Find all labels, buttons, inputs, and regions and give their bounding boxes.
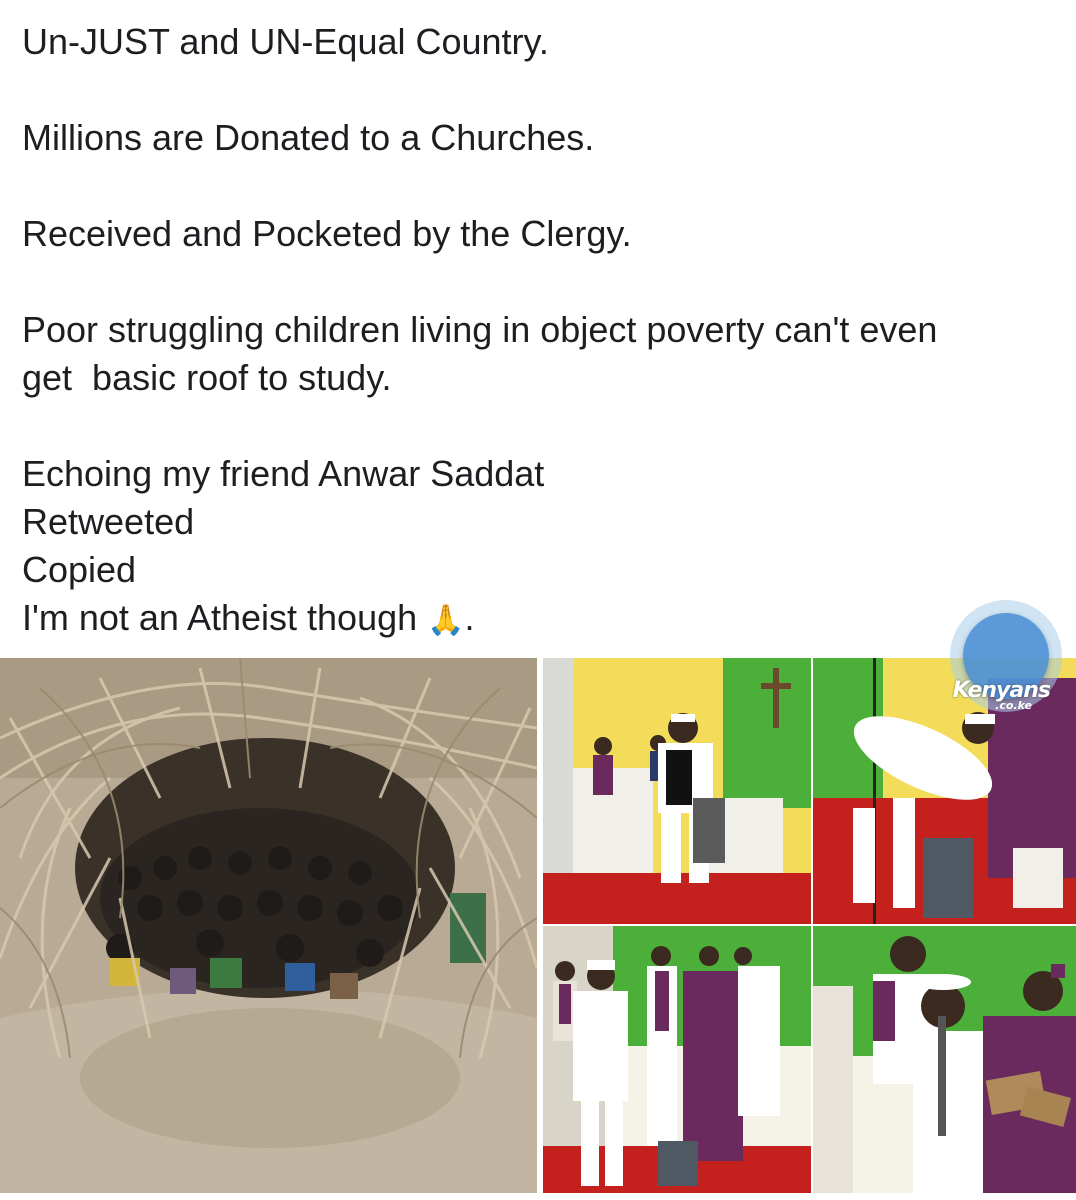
post-last-line: I'm not an Atheist though 🙏.: [22, 594, 1062, 645]
praying-hands-emoji: 🙏: [427, 604, 465, 637]
church-photo-1[interactable]: [543, 658, 811, 924]
kenyans-watermark-logo: Kenyans .co.ke: [950, 678, 1051, 730]
post-line: I'm not an Atheist though: [22, 597, 418, 638]
church-photo-3[interactable]: [543, 926, 811, 1193]
post-line: Un-JUST and UN-Equal Country.: [22, 21, 549, 62]
church-image-3: [543, 926, 811, 1193]
post-line: Millions are Donated to a Churches.: [22, 117, 595, 158]
post-line: get basic roof to study.: [22, 357, 392, 398]
post-trailing-dot: .: [464, 597, 475, 638]
post-line: Poor struggling children living in objec…: [22, 309, 938, 350]
children-hut-image: [0, 658, 537, 1193]
church-photo-4[interactable]: [813, 926, 1076, 1193]
post-line: Received and Pocketed by the Clergy.: [22, 213, 632, 254]
post-line: Copied: [22, 549, 137, 590]
post-text: Un-JUST and UN-Equal Country. Millions a…: [22, 18, 1062, 645]
church-image-4: [813, 926, 1076, 1193]
post-line: Echoing my friend Anwar Saddat: [22, 453, 545, 494]
church-image-1: [543, 658, 811, 924]
post-line: Retweeted: [22, 501, 195, 542]
children-hut-photo[interactable]: [0, 658, 537, 1193]
